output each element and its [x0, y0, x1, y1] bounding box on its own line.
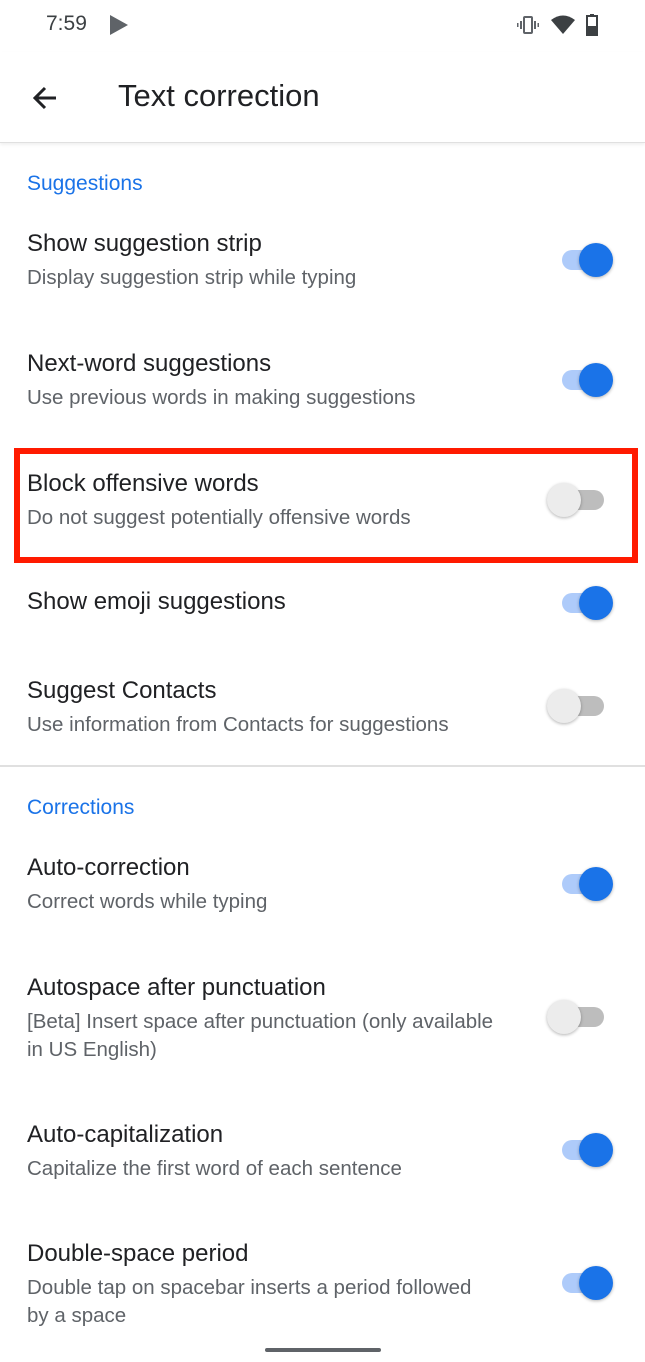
section-divider — [0, 765, 645, 767]
toggle-double-space-period[interactable] — [557, 1262, 613, 1302]
pref-show-emoji-suggestions[interactable]: Show emoji suggestions — [0, 586, 645, 646]
battery-icon — [586, 14, 598, 36]
pref-title: Double-space period — [27, 1240, 249, 1267]
pref-title: Show suggestion strip — [27, 230, 262, 257]
vibrate-icon — [517, 16, 539, 34]
pref-next-word-suggestions[interactable]: Next-word suggestions Use previous words… — [0, 348, 645, 438]
pref-auto-capitalization[interactable]: Auto-capitalization Capitalize the first… — [0, 1119, 645, 1209]
toggle-autospace-after-punctuation[interactable] — [547, 996, 613, 1036]
pref-double-space-period[interactable]: Double-space period Double tap on spaceb… — [0, 1238, 645, 1338]
status-time: 7:59 — [46, 12, 87, 35]
pref-suggest-contacts[interactable]: Suggest Contacts Use information from Co… — [0, 675, 645, 755]
section-header-suggestions: Suggestions — [27, 172, 143, 195]
app-bar: Text correction — [0, 52, 645, 143]
pref-summary: Double tap on spacebar inserts a period … — [27, 1276, 472, 1327]
pref-summary: [Beta] Insert space after punctuation (o… — [27, 1010, 494, 1061]
pref-title: Auto-correction — [27, 854, 190, 881]
pref-autospace-after-punctuation[interactable]: Autospace after punctuation [Beta] Inser… — [0, 972, 645, 1072]
wifi-icon — [551, 15, 575, 34]
pref-show-suggestion-strip[interactable]: Show suggestion strip Display suggestion… — [0, 228, 645, 318]
pref-summary: Capitalize the first word of each senten… — [27, 1157, 402, 1180]
status-bar: 7:59 — [0, 0, 645, 52]
pref-summary: Do not suggest potentially offensive wor… — [27, 506, 411, 529]
toggle-auto-capitalization[interactable] — [557, 1129, 613, 1169]
pref-summary: Correct words while typing — [27, 890, 268, 913]
pref-title: Suggest Contacts — [27, 677, 217, 704]
toggle-show-suggestion-strip[interactable] — [557, 239, 613, 279]
toggle-block-offensive-words[interactable] — [547, 479, 613, 519]
pref-summary: Use information from Contacts for sugges… — [27, 713, 449, 736]
play-store-icon — [110, 15, 128, 35]
home-indicator[interactable] — [265, 1348, 381, 1352]
toggle-next-word-suggestions[interactable] — [557, 359, 613, 399]
pref-title: Autospace after punctuation — [27, 974, 326, 1001]
arrow-back-icon[interactable] — [26, 78, 66, 118]
pref-title: Show emoji suggestions — [27, 588, 286, 615]
pref-summary: Display suggestion strip while typing — [27, 266, 357, 289]
toggle-suggest-contacts[interactable] — [547, 685, 613, 725]
section-header-corrections: Corrections — [27, 796, 135, 819]
pref-title: Auto-capitalization — [27, 1121, 224, 1148]
toggle-show-emoji-suggestions[interactable] — [557, 582, 613, 622]
pref-title: Next-word suggestions — [27, 350, 272, 377]
pref-auto-correction[interactable]: Auto-correction Correct words while typi… — [0, 852, 645, 942]
pref-block-offensive-words[interactable]: Block offensive words Do not suggest pot… — [0, 468, 645, 548]
toggle-auto-correction[interactable] — [557, 863, 613, 903]
page-title: Text correction — [118, 78, 320, 113]
pref-title: Block offensive words — [27, 470, 259, 497]
pref-summary: Use previous words in making suggestions — [27, 386, 416, 409]
